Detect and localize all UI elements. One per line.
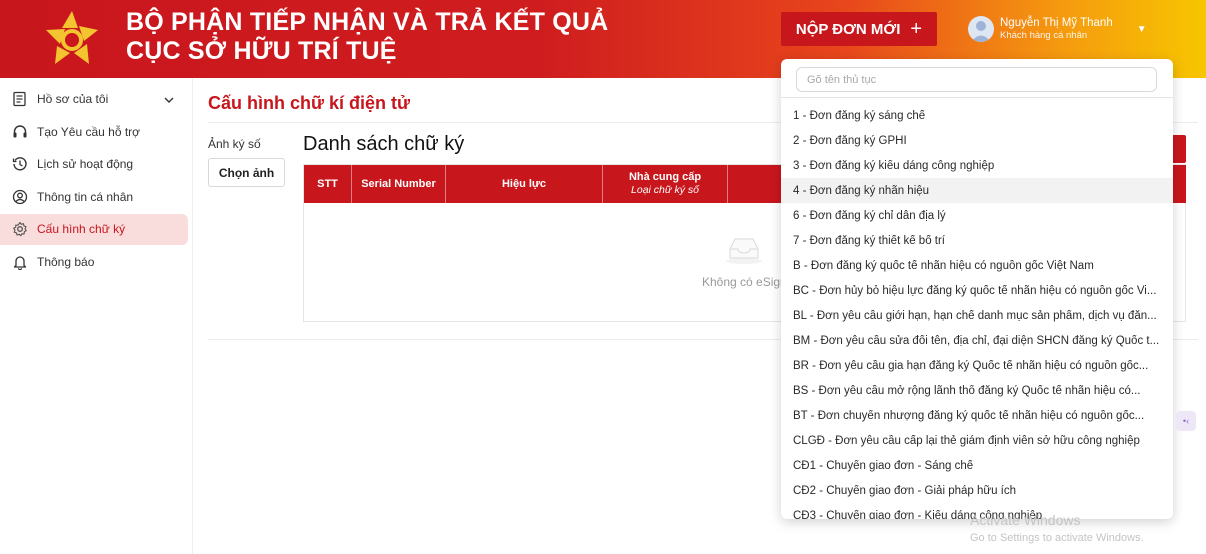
plus-icon: + — [910, 18, 923, 40]
procedure-option[interactable]: BL - Đơn yêu cầu giới hạn, hạn chế danh … — [781, 303, 1173, 328]
procedure-search-input[interactable] — [796, 67, 1157, 92]
site-title: BỘ PHẬN TIẾP NHẬN VÀ TRẢ KẾT QUẢ CỤC SỞ … — [126, 8, 608, 66]
page-title: Cấu hình chữ kí điện tử — [208, 93, 411, 113]
user-menu[interactable]: Nguyễn Thị Mỹ Thanh Khách hàng cá nhân ▼ — [968, 16, 1147, 42]
procedure-option[interactable]: 3 - Đơn đăng ký kiểu dáng công nghiệp — [781, 153, 1173, 178]
gear-icon — [11, 221, 28, 238]
sidebar-item-label: Thông tin cá nhân — [37, 189, 134, 204]
procedure-option[interactable]: BM - Đơn yêu cầu sửa đổi tên, địa chỉ, đ… — [781, 328, 1173, 353]
procedure-option[interactable]: B - Đơn đăng ký quốc tế nhãn hiệu có ngu… — [781, 253, 1173, 278]
sidebar-item-label: Cấu hình chữ ký — [37, 222, 126, 236]
procedure-option[interactable]: CĐ2 - Chuyển giao đơn - Giải pháp hữu íc… — [781, 478, 1173, 503]
user-icon — [11, 188, 28, 205]
sidebar-item-signature-config[interactable]: Cấu hình chữ ký — [0, 213, 188, 245]
procedure-list: 1 - Đơn đăng ký sáng chế 2 - Đơn đăng ký… — [781, 103, 1173, 519]
new-application-label: NỘP ĐƠN MỚI — [795, 20, 901, 38]
procedure-option[interactable]: 2 - Đơn đăng ký GPHI — [781, 128, 1173, 153]
bell-icon — [11, 253, 28, 270]
user-role: Khách hàng cá nhân — [1000, 30, 1088, 41]
chevron-down-icon — [164, 93, 174, 107]
sidebar-item-label: Lịch sử hoạt động — [37, 157, 134, 171]
sidebar-item-my-files[interactable]: Hồ sơ của tôi — [0, 84, 188, 115]
procedure-option[interactable]: CĐ1 - Chuyển giao đơn - Sáng chế — [781, 453, 1173, 478]
procedure-option[interactable]: 7 - Đơn đăng ký thiết kế bố trí — [781, 228, 1173, 253]
procedure-option[interactable]: BS - Đơn yêu cầu mở rộng lãnh thổ đăng k… — [781, 378, 1173, 403]
column-header: STT — [304, 165, 352, 203]
caret-down-icon: ▼ — [1136, 23, 1147, 35]
sidebar-item-activity-history[interactable]: Lịch sử hoạt động — [0, 149, 188, 180]
procedure-option[interactable]: BC - Đơn hủy bỏ hiệu lực đăng ký quốc tế… — [781, 278, 1173, 303]
empty-message: Không có eSign — [702, 275, 787, 289]
avatar — [968, 16, 994, 42]
choose-image-button[interactable]: Chọn ảnh — [208, 158, 285, 187]
column-header: Hiệu lực — [446, 165, 603, 203]
signature-image-label: Ảnh ký số — [208, 137, 261, 151]
windows-activation-note: Go to Settings to activate Windows. — [970, 532, 1144, 544]
sidebar-item-label: Tạo Yêu cầu hỗ trợ — [37, 124, 141, 139]
logo-icon — [40, 8, 104, 70]
sidebar: Hồ sơ của tôi Tạo Yêu cầu hỗ trợ Lịch sử… — [0, 78, 193, 554]
procedure-option[interactable]: 4 - Đơn đăng ký nhãn hiệu — [781, 178, 1173, 203]
sidebar-item-support-request[interactable]: Tạo Yêu cầu hỗ trợ — [0, 116, 188, 147]
sidebar-item-notifications[interactable]: Thông báo — [0, 246, 188, 277]
procedure-dropdown: 1 - Đơn đăng ký sáng chế 2 - Đơn đăng ký… — [781, 59, 1173, 519]
document-icon — [11, 91, 28, 108]
procedure-option[interactable]: 6 - Đơn đăng ký chỉ dẫn địa lý — [781, 203, 1173, 228]
user-name: Nguyễn Thị Mỹ Thanh — [1000, 17, 1113, 29]
sidebar-item-label: Hồ sơ của tôi — [37, 92, 109, 106]
headset-icon — [11, 123, 28, 140]
windows-activation-title: Activate Windows — [970, 512, 1081, 528]
app-root: BỘ PHẬN TIẾP NHẬN VÀ TRẢ KẾT QUẢ CỤC SỞ … — [0, 0, 1206, 554]
procedure-option[interactable]: BR - Đơn yêu cầu gia hạn đăng ký Quốc tế… — [781, 353, 1173, 378]
chat-widget-icon[interactable]: •‹ — [1176, 411, 1196, 431]
procedure-option[interactable]: BT - Đơn chuyển nhượng đăng ký quốc tế n… — [781, 403, 1173, 428]
column-header: Nhà cung cấp Loại chữ ký số — [603, 165, 728, 203]
procedure-option[interactable]: 1 - Đơn đăng ký sáng chế — [781, 103, 1173, 128]
sidebar-item-personal-info[interactable]: Thông tin cá nhân — [0, 181, 188, 212]
sidebar-item-label: Thông báo — [37, 254, 95, 269]
new-application-button[interactable]: NỘP ĐƠN MỚI + — [781, 12, 937, 46]
procedure-option[interactable]: CLGĐ - Đơn yêu cầu cấp lại thẻ giám định… — [781, 428, 1173, 453]
dropdown-divider — [781, 97, 1173, 98]
column-header: Serial Number — [352, 165, 446, 203]
signature-list-title: Danh sách chữ ký — [303, 133, 465, 155]
site-title-line2: CỤC SỞ HỮU TRÍ TUỆ — [126, 37, 397, 65]
site-title-line1: BỘ PHẬN TIẾP NHẬN VÀ TRẢ KẾT QUẢ — [126, 8, 609, 36]
empty-inbox-icon — [724, 233, 764, 270]
history-icon — [11, 156, 28, 173]
